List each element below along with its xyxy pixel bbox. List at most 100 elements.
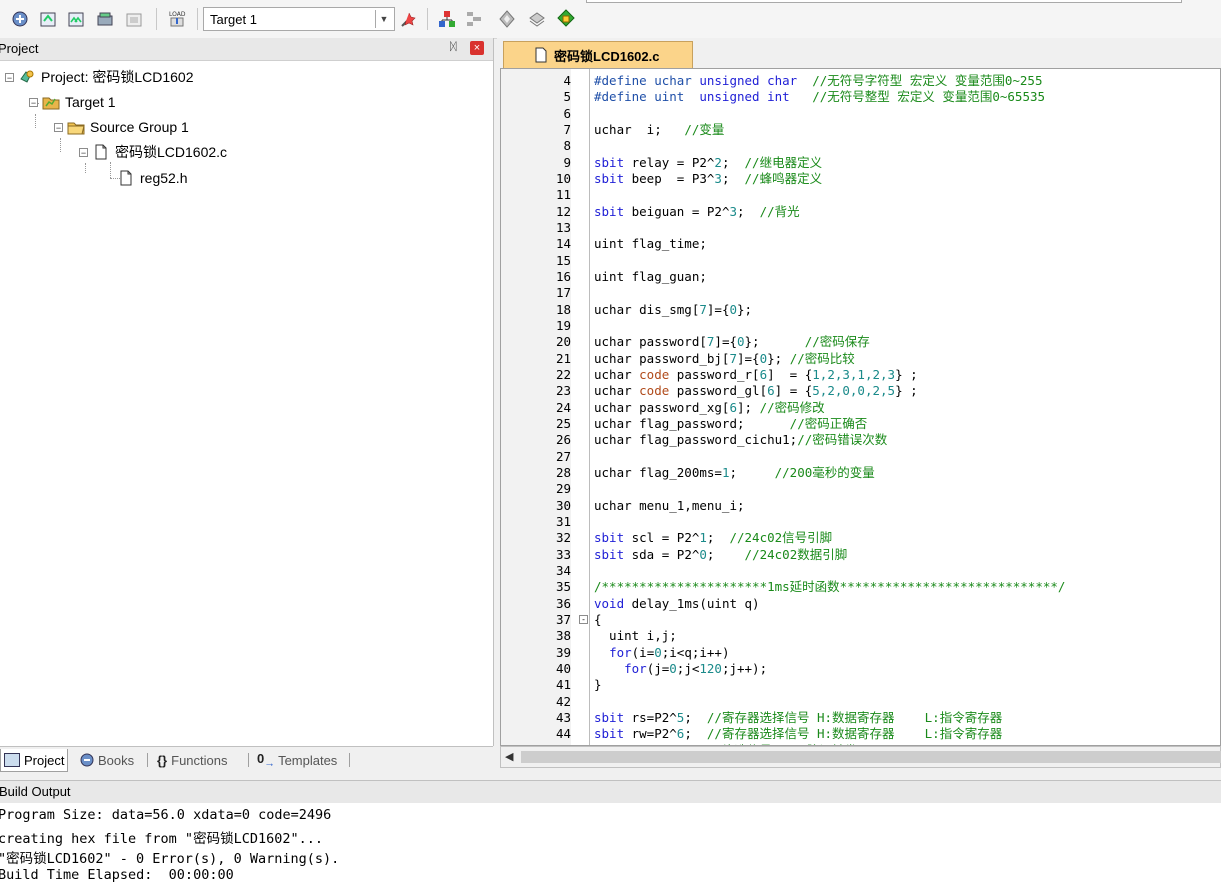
file-icon — [92, 144, 110, 160]
build-icon[interactable] — [37, 8, 59, 30]
code-line[interactable]: 8 — [501, 138, 1220, 154]
line-number: 17 — [555, 285, 571, 301]
code-line[interactable]: 18 uchar dis_smg[7]={0}; — [501, 302, 1220, 318]
rebuild-icon[interactable] — [65, 8, 87, 30]
code-line[interactable]: 35 /**********************1ms延时函数********… — [501, 579, 1220, 595]
target-select[interactable]: Target 1 ▼ — [203, 7, 395, 31]
pack-installer-icon[interactable] — [555, 8, 577, 30]
code-line[interactable]: 42 — [501, 694, 1220, 710]
file-extensions-icon[interactable] — [463, 8, 485, 30]
code-line[interactable]: 10 sbit beep = P3^3; //蜂鸣器定义 — [501, 171, 1220, 187]
select-packs-icon[interactable] — [496, 8, 518, 30]
code-line[interactable]: 13 — [501, 220, 1220, 236]
stop-build-icon[interactable] — [123, 8, 145, 30]
code-token: rw=P2^ — [624, 726, 677, 742]
code-line[interactable]: 5 #define uint unsigned int //无符号整型 宏定义 变… — [501, 89, 1220, 105]
download-icon[interactable]: LOAD — [166, 8, 188, 30]
tab-books[interactable]: Books — [76, 749, 137, 771]
code-token: delay_1ms(uint q) — [624, 595, 760, 611]
line-number: 9 — [563, 154, 571, 170]
tab-functions[interactable]: {} Functions — [154, 749, 231, 771]
line-number: 25 — [555, 415, 571, 431]
batch-build-icon[interactable] — [94, 8, 116, 30]
code-line[interactable]: 23 uchar code password_gl[6] = {5,2,0,0,2… — [501, 383, 1220, 399]
code-line[interactable]: 20 uchar password[7]={0}; //密码保存 — [501, 334, 1220, 350]
code-line[interactable]: 28 uchar flag_200ms=1; //200毫秒的变量 — [501, 464, 1220, 481]
code-line[interactable]: 43 sbit rs=P2^5; //寄存器选择信号 H:数据寄存器 L:指令寄存… — [501, 710, 1220, 726]
chevron-down-icon[interactable]: ▼ — [375, 10, 392, 28]
editor-tab-bar: 密码锁LCD1602.c — [497, 38, 1221, 68]
code-token: ]; — [737, 399, 760, 415]
code-token: ; — [729, 464, 775, 480]
code-line[interactable]: 33 sbit sda = P2^0; //24c02数据引脚 — [501, 547, 1220, 563]
build-output-panel[interactable]: Program Size: data=56.0 xdata=0 code=249… — [0, 803, 1221, 895]
manage-project-icon[interactable] — [436, 8, 458, 30]
tree-item-target[interactable]: − Target 1 — [29, 92, 116, 112]
line-number: 31 — [555, 513, 571, 529]
code-line[interactable]: 32 sbit scl = P2^1; //24c02信号引脚 — [501, 530, 1220, 546]
code-line[interactable]: 26 uchar flag_password_cichu1;//密码错误次数 — [501, 432, 1220, 448]
scroll-left-icon[interactable]: ◀ — [505, 750, 513, 763]
code-line[interactable]: 16 uint flag_guan; — [501, 269, 1220, 285]
fold-toggle-icon[interactable]: - — [579, 614, 588, 624]
tree-item-c-file[interactable]: − 密码锁LCD1602.c — [79, 142, 227, 162]
code-line[interactable]: 29 — [501, 481, 1220, 497]
code-line[interactable]: 15 — [501, 253, 1220, 269]
target-options-icon[interactable] — [398, 8, 420, 30]
project-icon — [18, 69, 36, 85]
code-line[interactable]: 9 sbit relay = P2^2; //继电器定义 — [501, 154, 1220, 171]
collapse-icon[interactable]: − — [5, 72, 14, 82]
tree-item-project[interactable]: − Project: 密码锁LCD1602 — [5, 67, 194, 87]
code-line[interactable]: 40 for(j=0;j<120;j++); — [501, 661, 1220, 677]
tab-templates[interactable]: 0→ Templates — [254, 749, 340, 771]
code-line[interactable]: 7 uchar i; //变量 — [501, 122, 1220, 138]
code-line[interactable]: 4 #define uchar unsigned char //无符号字符型 宏定… — [501, 73, 1220, 89]
code-line[interactable]: 27 — [501, 449, 1220, 465]
tree-item-source-group[interactable]: − Source Group 1 — [54, 117, 189, 137]
code-text: for(j=0;j<120;j++); — [594, 661, 767, 677]
code-line[interactable]: 38 uint i,j; — [501, 628, 1220, 644]
code-token: (i= — [631, 644, 655, 660]
collapse-icon[interactable]: − — [29, 97, 38, 107]
manage-components-icon[interactable] — [526, 8, 548, 30]
code-line[interactable]: 6 — [501, 106, 1220, 122]
code-line[interactable]: 24 uchar password_xg[6]; //密码修改 — [501, 399, 1220, 416]
code-line[interactable]: 31 — [501, 513, 1220, 530]
editor-tab-file[interactable]: 密码锁LCD1602.c — [503, 41, 693, 68]
collapse-icon[interactable]: − — [54, 122, 63, 132]
code-line[interactable]: 22 uchar code password_r[6] = {1,2,3,1,2,… — [501, 366, 1220, 383]
code-line[interactable]: 21 uchar password_bj[7]={0}; //密码比较 — [501, 351, 1220, 367]
code-editor[interactable]: 4 #define uchar unsigned char //无符号字符型 宏定… — [500, 68, 1221, 746]
code-line[interactable]: 25 uchar flag_password; //密码正确否 — [501, 415, 1220, 432]
code-line[interactable]: 37-{ — [501, 612, 1220, 628]
tab-project[interactable]: Project — [0, 749, 69, 772]
code-token: 5,2,0,0,2,5 — [812, 383, 896, 399]
code-line[interactable]: 44 sbit rw=P2^6; //寄存器选择信号 H:数据寄存器 L:指令寄存… — [501, 726, 1220, 742]
code-line[interactable]: 34 — [501, 563, 1220, 579]
code-line[interactable]: 14 uint flag_time; — [501, 236, 1220, 252]
code-token: ; — [737, 203, 760, 219]
horizontal-scrollbar[interactable]: ◀ — [500, 746, 1221, 768]
line-number: 4 — [563, 73, 571, 88]
code-line[interactable]: 30 uchar menu_1,menu_i; — [501, 498, 1220, 514]
code-line[interactable]: 41} — [501, 677, 1220, 693]
code-token: uint flag_time; — [594, 236, 707, 252]
code-line[interactable]: 17 — [501, 285, 1220, 301]
line-number: 11 — [555, 187, 571, 203]
tree-item-h-file[interactable]: reg52.h — [117, 168, 187, 188]
project-tab-icon — [4, 753, 20, 767]
collapse-icon[interactable]: − — [79, 147, 88, 157]
scrollbar-thumb[interactable] — [521, 751, 1221, 763]
code-line[interactable]: 36 void delay_1ms(uint q) — [501, 595, 1220, 612]
code-line[interactable]: 11 — [501, 187, 1220, 203]
code-line[interactable]: 39 for(i=0;i<q;i++) — [501, 644, 1220, 661]
translate-icon[interactable] — [9, 8, 31, 30]
code-text: uchar flag_password; //密码正确否 — [594, 416, 867, 432]
code-text: uchar password_bj[7]={0}; //密码比较 — [594, 351, 855, 367]
code-text: sbit rw=P2^6; //寄存器选择信号 H:数据寄存器 L:指令寄存器 — [594, 726, 1002, 742]
pin-icon[interactable]: ᛞ — [450, 41, 457, 53]
code-line[interactable]: 12 sbit beiguan = P2^3; //背光 — [501, 203, 1220, 220]
close-icon[interactable]: × — [470, 41, 484, 55]
line-number: 22 — [555, 366, 571, 382]
code-line[interactable]: 19 — [501, 318, 1220, 334]
